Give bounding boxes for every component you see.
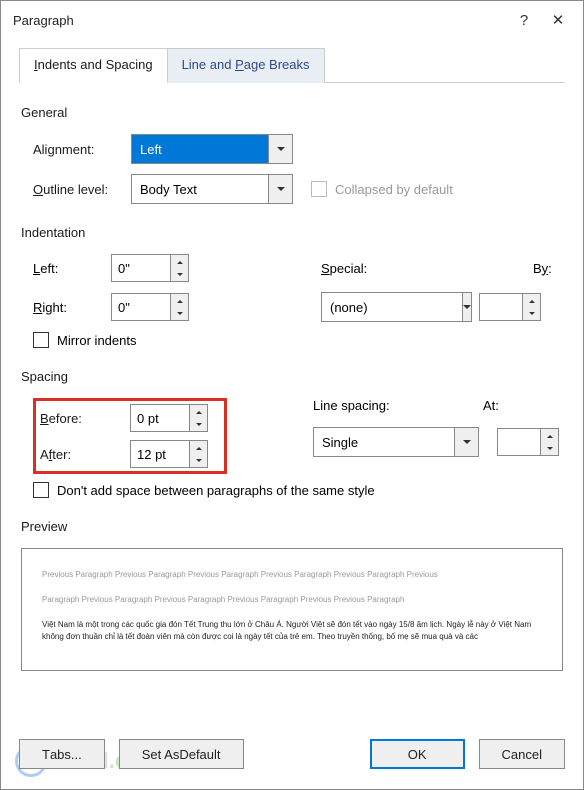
button-bar: Tabs... Set As Default OK Cancel	[1, 739, 583, 769]
preview-para-current: Việt Nam là một trong các quốc gia đón T…	[42, 619, 542, 645]
line-spacing-label: Line spacing:	[313, 398, 483, 413]
outline-level-label: Outline level:	[21, 182, 131, 197]
spinner-up-icon[interactable]	[171, 294, 188, 307]
collapsed-checkbox	[311, 181, 327, 197]
preview-box: Previous Paragraph Previous Paragraph Pr…	[21, 548, 563, 671]
spinner-down-icon[interactable]	[171, 307, 188, 320]
line-spacing-dropdown[interactable]: Single	[313, 427, 479, 457]
outline-level-dropdown[interactable]: Body Text	[131, 174, 293, 204]
indent-right-label: Right:	[21, 300, 111, 315]
titlebar: Paragraph ? ✕	[1, 1, 583, 39]
set-as-default-button[interactable]: Set As Default	[119, 739, 244, 769]
dont-add-space-row[interactable]: Don't add space between paragraphs of th…	[33, 482, 563, 498]
ok-button[interactable]: OK	[370, 739, 465, 769]
at-value[interactable]	[497, 428, 541, 456]
chevron-down-icon[interactable]	[455, 427, 479, 457]
alignment-value: Left	[131, 134, 269, 164]
before-label: Before:	[40, 411, 130, 426]
spinner-up-icon[interactable]	[171, 255, 188, 268]
dont-add-space-label: Don't add space between paragraphs of th…	[57, 483, 375, 498]
cancel-button[interactable]: Cancel	[479, 739, 565, 769]
section-preview: Preview	[21, 519, 563, 534]
preview-para-prev1: Previous Paragraph Previous Paragraph Pr…	[42, 569, 542, 582]
after-value[interactable]: 12 pt	[130, 440, 190, 468]
preview-para-prev2: Paragraph Previous Paragraph Previous Pa…	[42, 594, 542, 607]
collapsed-label: Collapsed by default	[335, 182, 453, 197]
spinner-down-icon[interactable]	[190, 418, 207, 431]
spinner-down-icon[interactable]	[190, 454, 207, 467]
section-general: General	[21, 105, 563, 120]
special-label: Special:	[321, 261, 461, 276]
special-value: (none)	[321, 292, 463, 322]
help-button[interactable]: ?	[507, 5, 541, 35]
mirror-indents-row[interactable]: Mirror indents	[33, 332, 563, 348]
close-button[interactable]: ✕	[541, 5, 575, 35]
at-spinner[interactable]	[497, 428, 559, 456]
before-value[interactable]: 0 pt	[130, 404, 190, 432]
special-dropdown[interactable]: (none)	[321, 292, 461, 322]
tab-line-page-breaks[interactable]: Line and Page Breaks	[168, 48, 325, 83]
spinner-up-icon[interactable]	[523, 294, 540, 307]
chevron-down-icon[interactable]	[269, 174, 293, 204]
after-spinner[interactable]: 12 pt	[130, 440, 208, 468]
after-label: After:	[40, 447, 130, 462]
tab-indents-spacing[interactable]: Indents and Spacing	[19, 48, 168, 83]
indent-left-label: Left:	[21, 261, 111, 276]
alignment-dropdown[interactable]: Left	[131, 134, 293, 164]
indent-left-value[interactable]: 0"	[111, 254, 171, 282]
by-label: By:	[533, 261, 552, 276]
section-spacing: Spacing	[21, 369, 563, 384]
line-spacing-value: Single	[313, 427, 455, 457]
spinner-up-icon[interactable]	[541, 429, 558, 442]
spinner-down-icon[interactable]	[541, 442, 558, 455]
before-spinner[interactable]: 0 pt	[130, 404, 208, 432]
spinner-down-icon[interactable]	[523, 307, 540, 320]
indent-left-spinner[interactable]: 0"	[111, 254, 321, 282]
outline-level-value: Body Text	[131, 174, 269, 204]
spinner-up-icon[interactable]	[190, 441, 207, 454]
spinner-down-icon[interactable]	[171, 268, 188, 281]
at-label: At:	[483, 398, 499, 413]
by-value[interactable]	[479, 293, 523, 321]
indent-right-value[interactable]: 0"	[111, 293, 171, 321]
chevron-down-icon[interactable]	[269, 134, 293, 164]
tab-strip: Indents and Spacing Line and Page Breaks	[19, 47, 565, 83]
window-title: Paragraph	[13, 13, 507, 28]
spacing-highlight: Before: 0 pt After: 12 pt	[33, 398, 227, 474]
spinner-up-icon[interactable]	[190, 405, 207, 418]
mirror-indents-label: Mirror indents	[57, 333, 136, 348]
chevron-down-icon[interactable]	[463, 292, 472, 322]
indent-right-spinner[interactable]: 0"	[111, 293, 321, 321]
tabs-button[interactable]: Tabs...	[19, 739, 105, 769]
by-spinner[interactable]	[479, 293, 541, 321]
collapsed-checkbox-row: Collapsed by default	[311, 181, 453, 197]
mirror-indents-checkbox[interactable]	[33, 332, 49, 348]
section-indentation: Indentation	[21, 225, 563, 240]
alignment-label: Alignment:	[21, 142, 131, 157]
dont-add-space-checkbox[interactable]	[33, 482, 49, 498]
